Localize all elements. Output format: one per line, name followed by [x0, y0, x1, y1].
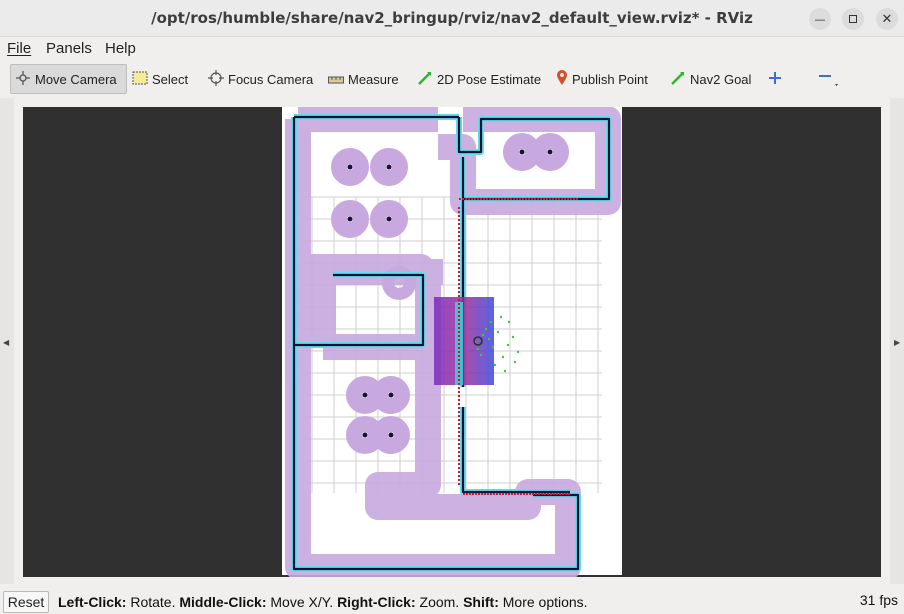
select-label: Select [152, 71, 189, 87]
minimize-button[interactable]: — [809, 8, 831, 30]
menu-file-label: File [7, 40, 32, 57]
publish-point-tool[interactable]: Publish Point [552, 64, 652, 94]
measure-label: Measure [348, 71, 399, 87]
tool-bar: Move Camera Select Focus Camera Measure … [0, 61, 904, 97]
close-icon: ✕ [881, 11, 893, 27]
green-arrow-icon [417, 70, 433, 89]
hint-right-desc: Zoom. [415, 594, 464, 610]
publish-point-label: Publish Point [572, 71, 648, 87]
measure-tool[interactable]: Measure [324, 64, 403, 94]
focus-camera-tool[interactable]: Focus Camera [204, 64, 317, 94]
hint-middle-key: Middle-Click: [179, 594, 267, 610]
reset-button[interactable]: Reset [3, 591, 49, 613]
green-arrow-icon [670, 70, 686, 89]
hint-shift-key: Shift: [463, 594, 499, 610]
title-bar[interactable]: /opt/ros/humble/share/nav2_bringup/rviz/… [0, 0, 904, 37]
move-camera-label: Move Camera [35, 71, 117, 87]
pose-estimate-label: 2D Pose Estimate [437, 71, 542, 87]
menu-help[interactable]: Help [105, 40, 136, 57]
hint-shift-desc: More options. [498, 594, 588, 610]
map-pin-icon [556, 69, 568, 89]
nav2-goal-tool[interactable]: Nav2 Goal [666, 64, 755, 94]
left-dock-handle[interactable]: ◀ [0, 98, 14, 584]
hint-left-key: Left-Click: [58, 594, 127, 610]
remove-tool-button[interactable] [813, 64, 843, 94]
fps-counter: 31 fps [859, 592, 898, 608]
expand-right-icon: ▶ [894, 338, 901, 347]
maximize-button[interactable] [842, 8, 864, 30]
move-camera-tool[interactable]: Move Camera [10, 64, 127, 94]
menu-help-label: Help [105, 40, 136, 57]
hint-right-key: Right-Click: [337, 594, 416, 610]
window-title: /opt/ros/humble/share/nav2_bringup/rviz/… [151, 9, 753, 27]
move-camera-icon [15, 70, 31, 89]
add-tool-button[interactable] [764, 64, 786, 94]
ruler-icon [328, 72, 344, 87]
hint-left-desc: Rotate. [126, 594, 180, 610]
rviz-window: /opt/ros/humble/share/nav2_bringup/rviz/… [0, 0, 904, 614]
right-dock-handle[interactable]: ▶ [890, 98, 904, 584]
minimize-icon: — [814, 12, 826, 26]
pose-estimate-tool[interactable]: 2D Pose Estimate [413, 64, 545, 94]
focus-camera-icon [208, 69, 224, 89]
hint-middle-desc: Move X/Y. [266, 594, 338, 610]
plus-icon [768, 71, 782, 88]
status-bar: Reset Left-Click: Rotate. Middle-Click: … [0, 586, 904, 614]
focus-camera-label: Focus Camera [228, 71, 314, 87]
map-render [282, 107, 622, 577]
expand-left-icon: ◀ [3, 338, 10, 347]
select-tool[interactable]: Select [128, 64, 192, 94]
render-viewport[interactable] [23, 107, 881, 577]
menu-file[interactable]: File [7, 40, 31, 57]
menu-panels[interactable]: Panels [46, 40, 92, 57]
menu-bar: File Panels Help [0, 37, 904, 61]
menu-panels-label: Panels [46, 40, 92, 57]
close-button[interactable]: ✕ [876, 8, 898, 30]
maximize-icon [849, 15, 857, 23]
nav2-goal-label: Nav2 Goal [690, 71, 752, 87]
minus-icon [817, 68, 839, 91]
select-icon [132, 71, 148, 88]
local-costmap [434, 297, 494, 385]
mouse-hint: Left-Click: Rotate. Middle-Click: Move X… [58, 594, 588, 610]
